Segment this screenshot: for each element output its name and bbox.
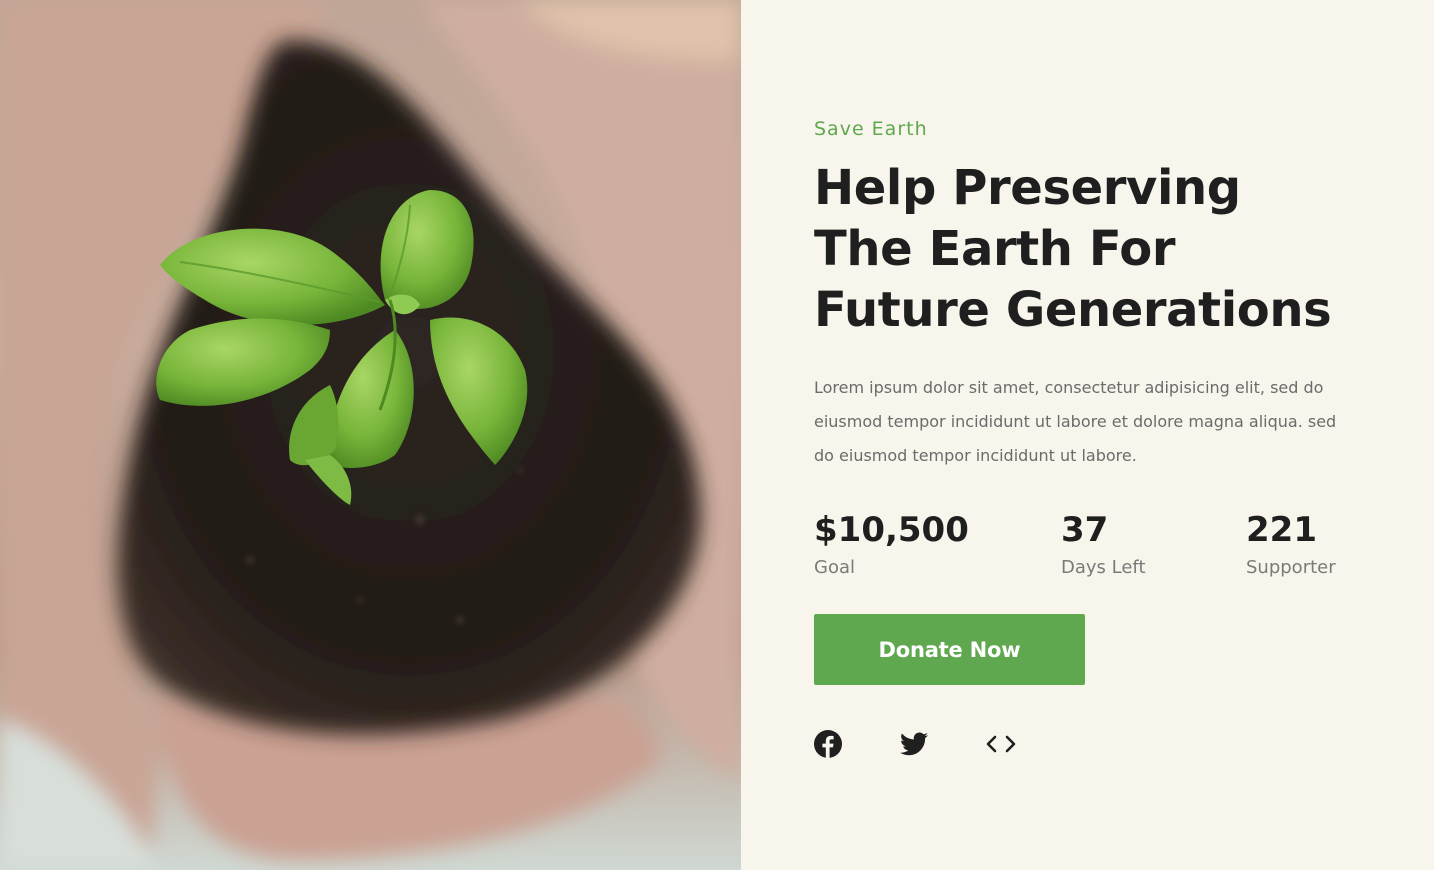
seedling-in-hands-illustration xyxy=(0,0,741,870)
stat-label: Days Left xyxy=(1061,557,1146,578)
code-icon xyxy=(986,735,1016,753)
facebook-link[interactable] xyxy=(814,729,900,759)
campaign-panel: Save Earth Help Preserving The Earth For… xyxy=(741,0,1434,870)
hero-photo xyxy=(0,0,741,870)
facebook-icon xyxy=(814,730,842,758)
page-title: Help Preserving The Earth For Future Gen… xyxy=(814,160,1332,338)
code-link[interactable] xyxy=(986,729,1072,759)
stat-value: $10,500 xyxy=(814,510,969,550)
stat-label: Goal xyxy=(814,557,855,578)
stat-value: 221 xyxy=(1246,510,1317,550)
hero-section: Save Earth Help Preserving The Earth For… xyxy=(0,0,1434,870)
stat-goal: $10,500 Goal xyxy=(814,511,1061,578)
campaign-description: Lorem ipsum dolor sit amet, consectetur … xyxy=(814,378,1337,465)
twitter-icon xyxy=(900,732,928,756)
donate-now-button[interactable]: Donate Now xyxy=(814,614,1085,685)
stat-supporters: 221 Supporter xyxy=(1246,511,1336,578)
eyebrow-label: Save Earth xyxy=(814,118,928,140)
stat-days-left: 37 Days Left xyxy=(1061,511,1246,578)
stat-label: Supporter xyxy=(1246,557,1336,578)
social-links xyxy=(814,729,1434,759)
campaign-stats: $10,500 Goal 37 Days Left 221 Supporter xyxy=(814,511,1434,578)
twitter-link[interactable] xyxy=(900,729,986,759)
stat-value: 37 xyxy=(1061,510,1109,550)
